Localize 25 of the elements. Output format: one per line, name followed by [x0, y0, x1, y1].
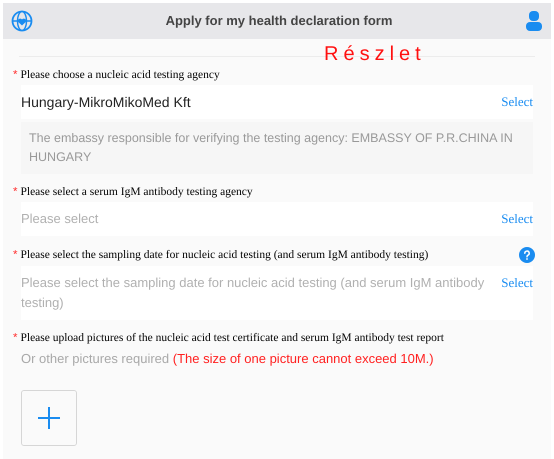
- field-label: Please select the sampling date for nucleic acid testing (and serum IgM antibody testing): [20, 248, 428, 262]
- field-placeholder: Please select the sampling date for nucleic acid testing (and serum IgM antibody testing): [21, 274, 486, 312]
- select-link[interactable]: Select: [501, 209, 533, 229]
- help-icon[interactable]: [519, 247, 535, 263]
- plus-icon: [38, 407, 60, 429]
- user-icon[interactable]: [524, 11, 543, 31]
- select-link[interactable]: Select: [501, 273, 533, 293]
- select-field[interactable]: Please select the sampling date for nucleic acid testing (and serum IgM antibody testing) Select: [21, 266, 533, 320]
- field-label: Please upload pictures of the nucleic acid test certificate and serum IgM antibody test report: [20, 331, 444, 345]
- field-placeholder: Please select: [21, 210, 100, 228]
- select-field[interactable]: Hungary-MikroMikoMed Kft Select: [21, 85, 533, 119]
- field-label: Please choose a nucleic acid testing agency: [20, 68, 220, 82]
- required-mark: *: [13, 248, 18, 262]
- select-field[interactable]: Please select Select: [21, 202, 533, 236]
- field-label: Please select a serum IgM antibody testing agency: [20, 185, 253, 199]
- annotation-text: Részlet: [324, 42, 426, 67]
- upload-hint: Or other pictures required (The size of one picture cannot exceed 10M.): [20, 350, 435, 368]
- required-mark: *: [13, 68, 18, 82]
- note-text: The embassy responsible for verifying the testing agency: EMBASSY OF P.R.CHINA IN HUNGARY: [29, 130, 514, 166]
- select-link[interactable]: Select: [501, 92, 533, 112]
- field-value: Hungary-MikroMikoMed Kft: [21, 93, 191, 112]
- add-picture-button[interactable]: [21, 390, 77, 446]
- page-title: Apply for my health declaration form: [166, 12, 392, 30]
- required-mark: *: [13, 185, 18, 199]
- required-mark: *: [13, 331, 18, 345]
